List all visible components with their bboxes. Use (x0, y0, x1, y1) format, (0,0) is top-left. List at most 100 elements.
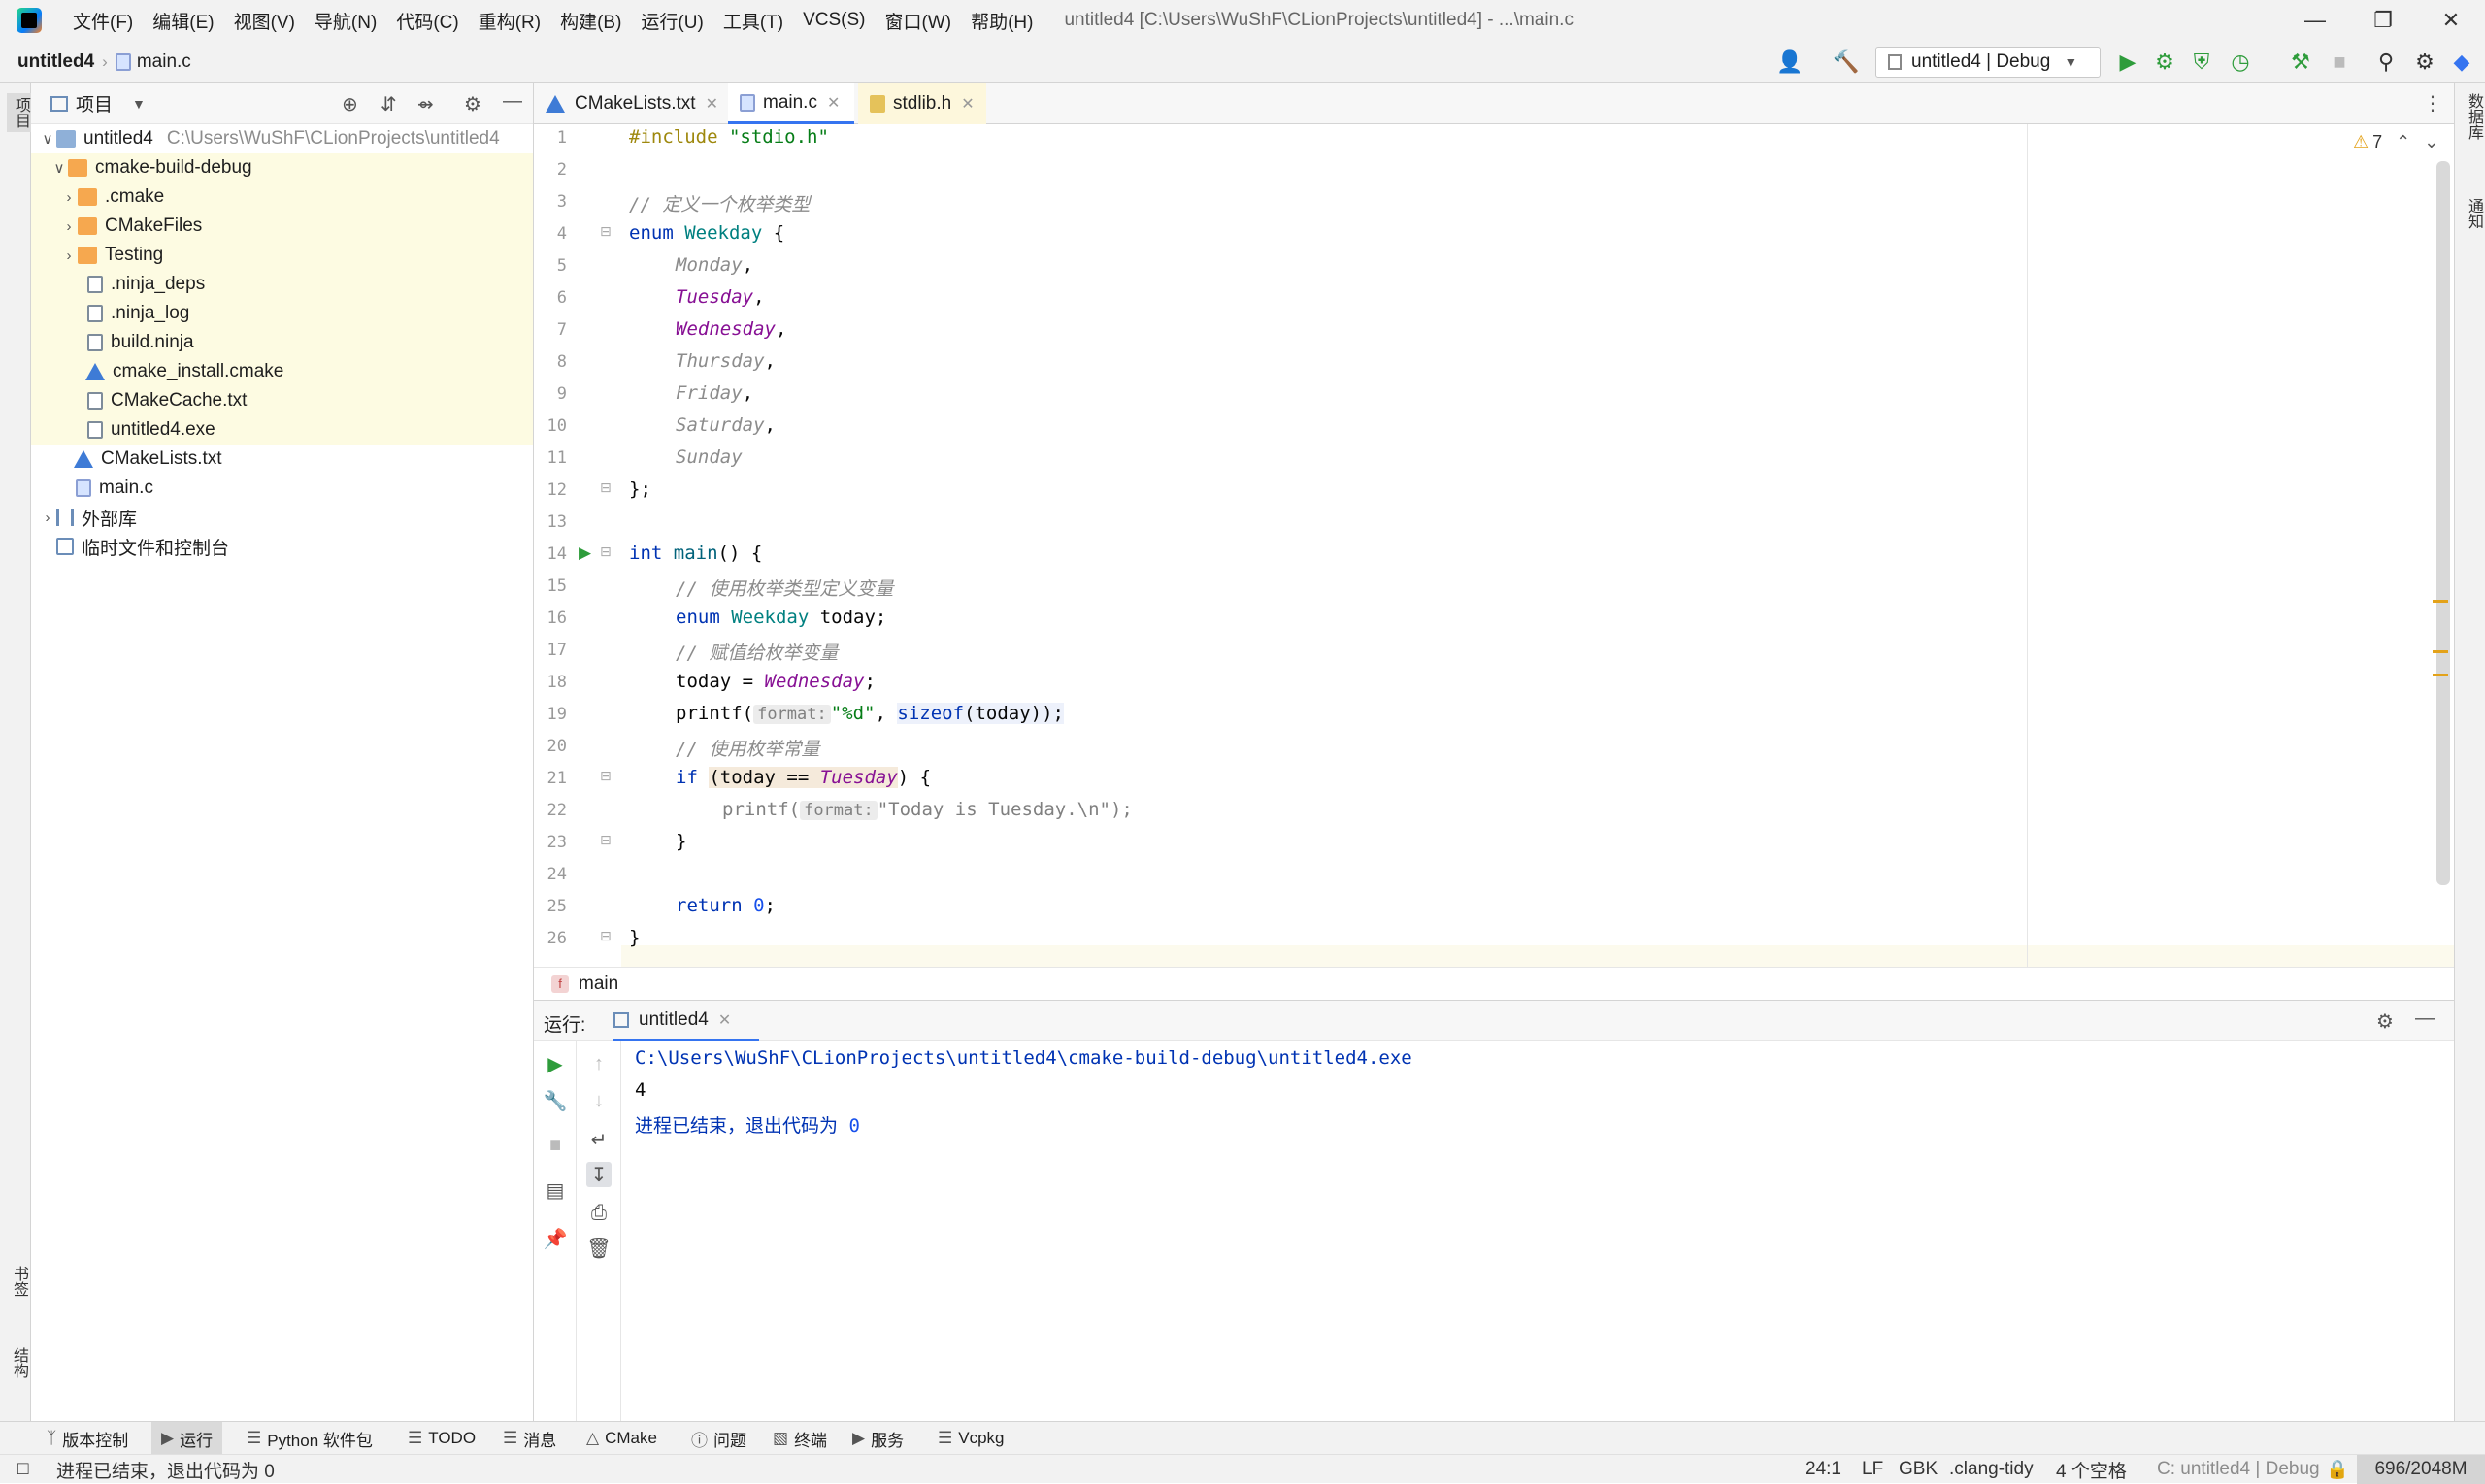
rerun-icon[interactable]: ▶ (543, 1051, 568, 1076)
chevron-down-icon[interactable]: ▼ (132, 96, 146, 112)
status-indent[interactable]: 4 个空格 (2056, 1455, 2127, 1484)
lock-icon[interactable]: 🔒 (2326, 1455, 2349, 1484)
breadcrumb-file[interactable]: main.c (137, 51, 191, 73)
tree-item-ninja-log[interactable]: .ninja_log (31, 299, 533, 328)
menu-edit[interactable]: 编辑(E) (143, 8, 223, 34)
tab-main-c[interactable]: main.c ✕ (728, 83, 854, 124)
tool-terminal[interactable]: ▧ 终端 (773, 1422, 827, 1455)
tool-run[interactable]: ▶ 运行 (151, 1422, 223, 1455)
breadcrumb-project[interactable]: untitled4 (17, 51, 94, 73)
search-icon[interactable]: ⚲ (2372, 49, 2400, 76)
tree-item-cmake-build-debug[interactable]: ∨ cmake-build-debug (31, 153, 533, 182)
run-config-dropdown[interactable]: untitled4 | Debug ▼ (1875, 47, 2101, 78)
tree-item-cmake[interactable]: › .cmake (31, 182, 533, 212)
profile-icon[interactable]: ◷ (2227, 49, 2254, 76)
settings-gear-icon[interactable]: ⚙ (2376, 1009, 2394, 1034)
stop-icon[interactable]: ■ (543, 1133, 568, 1158)
close-tab-icon[interactable]: ✕ (827, 93, 840, 113)
menu-refactor[interactable]: 重构(R) (469, 8, 550, 34)
chevron-down-icon[interactable]: ⌄ (2424, 132, 2438, 152)
restore-icon[interactable]: ❐ (2349, 0, 2417, 41)
hide-panel-icon[interactable]: — (503, 90, 522, 113)
trash-icon[interactable]: 🗑 (586, 1236, 612, 1261)
settings-gear-icon[interactable]: ⚙ (2411, 49, 2438, 76)
tree-item-untitled4[interactable]: ∨ untitled4 C:\Users\WuShF\CLionProjects… (31, 124, 533, 153)
print-icon[interactable]: ⎙ (586, 1201, 612, 1226)
code-breadcrumb-main[interactable]: main (579, 973, 618, 995)
status-message[interactable]: 进程已结束，退出代码为 0 (56, 1455, 275, 1484)
tab-cmakelists[interactable]: CMakeLists.txt ✕ (534, 83, 726, 124)
project-tool-button[interactable]: 项目 (7, 93, 34, 132)
close-tab-icon[interactable]: ✕ (706, 94, 718, 114)
status-resolve-context[interactable]: C: untitled4 | Debug (2157, 1455, 2320, 1484)
status-clang-tidy[interactable]: .clang-tidy (1949, 1455, 2034, 1484)
tree-item-external-libraries[interactable]: › 外部库 (31, 503, 533, 532)
menu-run[interactable]: 运行(U) (631, 8, 712, 34)
attach-icon[interactable]: ⚒ (2287, 49, 2314, 76)
menu-file[interactable]: 文件(F) (63, 8, 143, 34)
expand-all-icon[interactable]: ⇵ (381, 92, 397, 116)
menu-window[interactable]: 窗口(W) (875, 8, 961, 34)
tool-version-control[interactable]: ᛉ 版本控制 (47, 1422, 128, 1455)
database-tool-button[interactable]: 数据库 (2462, 93, 2485, 140)
coverage-icon[interactable]: ⛨ (2188, 49, 2215, 76)
tool-python-packages[interactable]: ☰ Python 软件包 (247, 1422, 373, 1455)
status-caret-position[interactable]: 24:1 (1806, 1455, 1841, 1484)
menu-help[interactable]: 帮助(H) (961, 8, 1043, 34)
run-icon[interactable]: ▶ (2114, 49, 2141, 76)
more-tabs-icon[interactable]: ⋮ (2423, 91, 2442, 115)
notifications-tool-button[interactable]: 通知 (2462, 198, 2485, 229)
collapse-all-icon[interactable]: ⇴ (417, 92, 434, 116)
close-icon[interactable]: ✕ (2417, 0, 2485, 41)
menu-navigate[interactable]: 导航(N) (305, 8, 386, 34)
structure-tool-button[interactable]: 结构 (7, 1347, 30, 1378)
close-tab-icon[interactable]: ✕ (718, 1010, 731, 1030)
tree-item-build-ninja[interactable]: build.ninja (31, 328, 533, 357)
project-panel-title[interactable]: 项目 (76, 90, 113, 116)
menu-view[interactable]: 视图(V) (224, 8, 305, 34)
tree-item-exe[interactable]: untitled4.exe (31, 415, 533, 445)
hide-panel-icon[interactable]: — (2415, 1007, 2435, 1030)
menu-code[interactable]: 代码(C) (386, 8, 468, 34)
tree-item-cmakelists[interactable]: CMakeLists.txt (31, 445, 533, 474)
tool-messages[interactable]: ☰ 消息 (503, 1422, 556, 1455)
minimize-icon[interactable]: — (2281, 0, 2349, 41)
tool-cmake[interactable]: △ CMake (586, 1422, 657, 1455)
status-line-separator[interactable]: LF (1862, 1455, 1883, 1484)
tree-item-cmakefiles[interactable]: › CMakeFiles (31, 212, 533, 241)
build-hammer-icon[interactable]: 🔨 (1833, 49, 1860, 76)
tool-services[interactable]: ▶ 服务 (852, 1422, 904, 1455)
close-tab-icon[interactable]: ✕ (961, 94, 974, 114)
tree-item-main-c[interactable]: main.c (31, 474, 533, 503)
status-encoding[interactable]: GBK (1899, 1455, 1938, 1484)
vcs-user-icon[interactable]: 👤 (1776, 49, 1804, 76)
tree-item-scratches[interactable]: 临时文件和控制台 (31, 532, 533, 561)
tool-todo[interactable]: ☰ TODO (408, 1422, 476, 1455)
soft-wrap-icon[interactable]: ↵ (586, 1127, 612, 1152)
menu-build[interactable]: 构建(B) (550, 8, 631, 34)
tree-item-cmakecache[interactable]: CMakeCache.txt (31, 386, 533, 415)
status-toggle-icon[interactable]: □ (17, 1455, 28, 1484)
menu-vcs[interactable]: VCS(S) (793, 10, 875, 31)
tree-item-cmake-install[interactable]: cmake_install.cmake (31, 357, 533, 386)
arrow-up-icon[interactable]: ↑ (586, 1051, 612, 1076)
debug-icon[interactable]: ⚙ (2151, 49, 2178, 76)
tool-problems[interactable]: ⓘ 问题 (691, 1422, 746, 1455)
wrench-icon[interactable]: 🔧 (543, 1088, 568, 1113)
menu-tools[interactable]: 工具(T) (713, 8, 793, 34)
editor-scrollbar[interactable] (2436, 161, 2450, 885)
plugin-icon[interactable]: ◆ (2448, 49, 2475, 76)
tool-vcpkg[interactable]: ☰ Vcpkg (938, 1422, 1005, 1455)
arrow-down-icon[interactable]: ↓ (586, 1088, 612, 1113)
run-tab-untitled4[interactable]: untitled4 ✕ (613, 1001, 759, 1041)
tree-item-testing[interactable]: › Testing (31, 241, 533, 270)
scroll-to-end-icon[interactable]: ↧ (586, 1162, 612, 1187)
settings-gear-icon[interactable]: ⚙ (464, 92, 481, 116)
status-memory-indicator[interactable]: 696/2048M (2357, 1455, 2485, 1484)
bookmarks-tool-button[interactable]: 书签 (7, 1266, 30, 1297)
layout-icon[interactable]: ▤ (543, 1177, 568, 1203)
tree-item-ninja-deps[interactable]: .ninja_deps (31, 270, 533, 299)
tab-stdlib-h[interactable]: stdlib.h ✕ (858, 83, 986, 124)
locate-icon[interactable]: ⊕ (342, 92, 358, 116)
stop-icon[interactable]: ■ (2326, 49, 2353, 76)
